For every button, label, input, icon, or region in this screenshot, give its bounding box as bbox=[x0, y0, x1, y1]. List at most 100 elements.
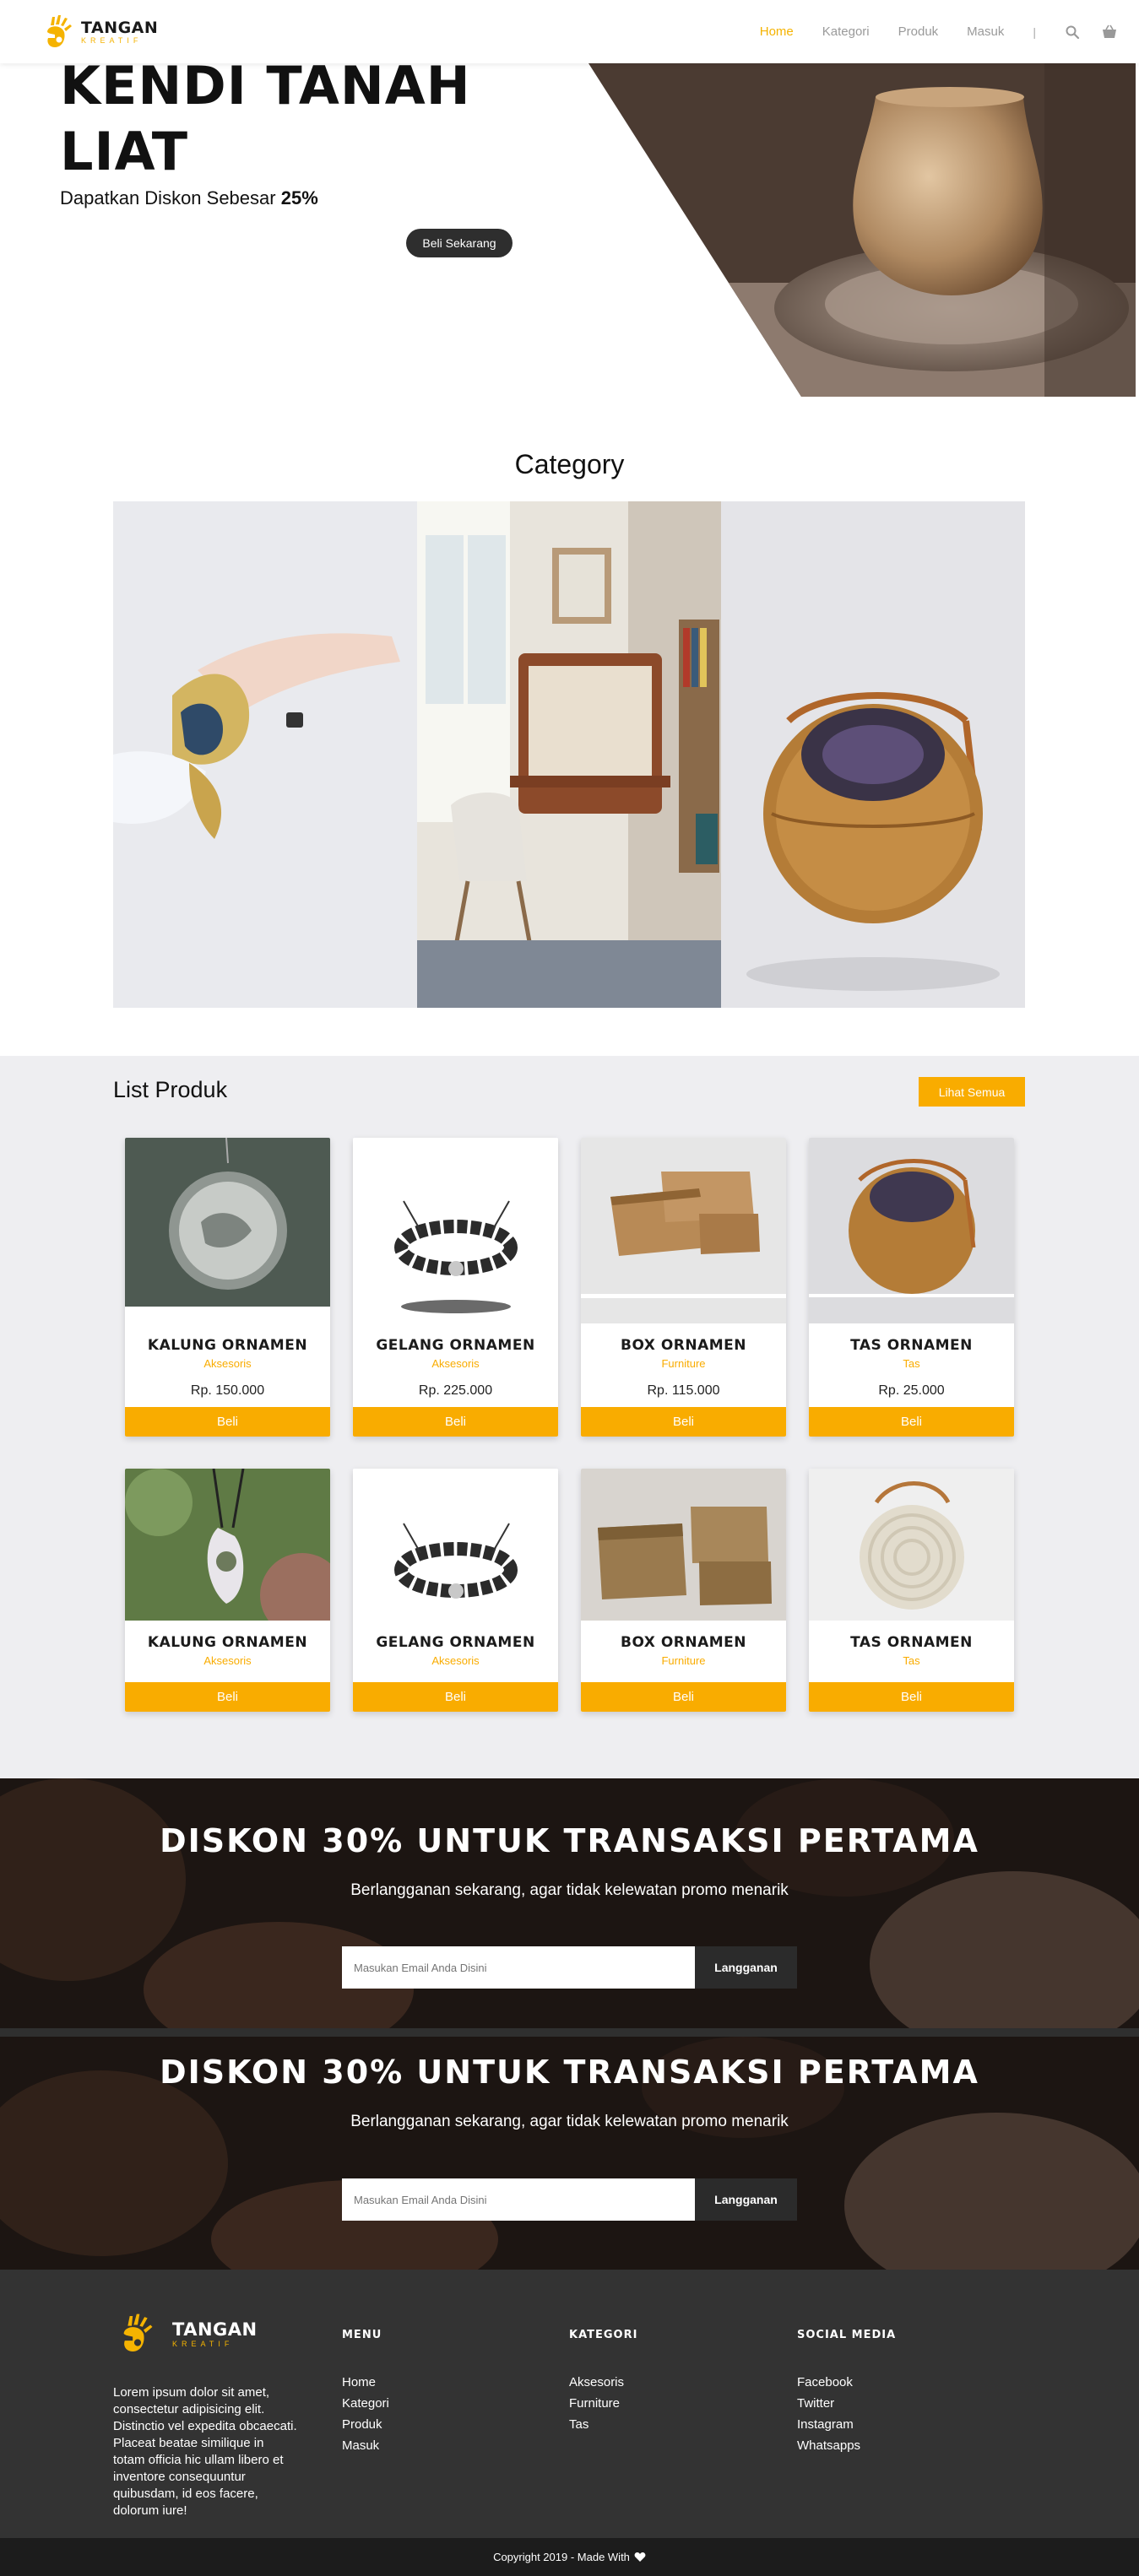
email-input[interactable] bbox=[342, 1946, 695, 1989]
buy-button[interactable]: Beli bbox=[125, 1407, 330, 1437]
category-tile-tas[interactable] bbox=[721, 501, 1025, 1008]
hero-title: KENDI TANAH LIAT bbox=[60, 63, 471, 185]
product-card[interactable]: GELANG ORNAMEN Aksesoris Rp. 225.000 Bel… bbox=[353, 1138, 558, 1437]
product-name: TAS ORNAMEN bbox=[850, 1634, 973, 1651]
footer-link-furniture[interactable]: Furniture bbox=[569, 2393, 637, 2414]
footer-social-column: SOCIAL MEDIA Facebook Twitter Instagram … bbox=[797, 2329, 896, 2456]
product-image bbox=[353, 1469, 558, 1621]
nav-separator: | bbox=[1033, 24, 1036, 39]
category-title: Category bbox=[514, 449, 625, 479]
footer-link-whatsapps[interactable]: Whatsapps bbox=[797, 2435, 896, 2456]
product-card[interactable]: GELANG ORNAMEN Aksesoris Beli bbox=[353, 1469, 558, 1712]
heart-icon bbox=[634, 2552, 646, 2562]
brand-logo[interactable]: TANGAN KREATIF bbox=[44, 14, 158, 51]
footer-link-tas[interactable]: Tas bbox=[569, 2414, 637, 2435]
copyright-bar: Copyright 2019 - Made With bbox=[0, 2538, 1139, 2576]
buy-button[interactable]: Beli bbox=[125, 1682, 330, 1712]
hero-subtitle: Dapatkan Diskon Sebesar 25% bbox=[60, 187, 318, 209]
product-category: Aksesoris bbox=[431, 1654, 480, 1667]
category-tile-aksesoris[interactable] bbox=[113, 501, 417, 1008]
nav-home[interactable]: Home bbox=[760, 24, 794, 39]
product-category: Aksesoris bbox=[203, 1357, 252, 1370]
footer-link-aksesoris[interactable]: Aksesoris bbox=[569, 2372, 637, 2393]
footer-link-home[interactable]: Home bbox=[342, 2372, 389, 2393]
product-card[interactable]: TAS ORNAMEN Tas Beli bbox=[809, 1469, 1014, 1712]
rattan-bag-image bbox=[721, 501, 1025, 1008]
footer-link-facebook[interactable]: Facebook bbox=[797, 2372, 896, 2393]
product-section: List Produk Lihat Semua KALUNG ORNAMEN A… bbox=[0, 1056, 1139, 1778]
copyright-text: Copyright 2019 - Made With bbox=[493, 2551, 630, 2563]
product-card[interactable]: BOX ORNAMEN Furniture Beli bbox=[581, 1469, 786, 1712]
buy-button[interactable]: Beli bbox=[353, 1682, 558, 1712]
bone-pendant-image bbox=[125, 1469, 330, 1621]
buy-button[interactable]: Beli bbox=[353, 1407, 558, 1437]
scarf-accessory-image bbox=[113, 501, 417, 1008]
nav-kategori[interactable]: Kategori bbox=[822, 24, 870, 39]
footer-link-produk[interactable]: Produk bbox=[342, 2414, 389, 2435]
round-woven-bag-image bbox=[809, 1469, 1014, 1621]
hero-subtitle-text: Dapatkan Diskon Sebesar bbox=[60, 187, 276, 208]
product-name: KALUNG ORNAMEN bbox=[147, 1337, 308, 1354]
hero-banner: KENDI TANAH LIAT Dapatkan Diskon Sebesar… bbox=[0, 63, 1139, 397]
product-name: GELANG ORNAMEN bbox=[376, 1337, 535, 1354]
product-name: KALUNG ORNAMEN bbox=[147, 1634, 308, 1651]
product-category: Aksesoris bbox=[431, 1357, 480, 1370]
category-grid bbox=[113, 501, 1025, 1008]
product-category: Tas bbox=[903, 1357, 920, 1370]
product-card[interactable]: TAS ORNAMEN Tas Rp. 25.000 Beli bbox=[809, 1138, 1014, 1437]
buy-button[interactable]: Beli bbox=[581, 1682, 786, 1712]
footer-description: Lorem ipsum dolor sit amet, consectetur … bbox=[113, 2385, 297, 2518]
hero-title-line1: KENDI TANAH bbox=[60, 63, 471, 116]
footer-brand-name: TANGAN bbox=[172, 2319, 258, 2340]
subscribe-button[interactable]: Langganan bbox=[695, 2178, 797, 2221]
footer-link-masuk[interactable]: Masuk bbox=[342, 2435, 389, 2456]
product-name: GELANG ORNAMEN bbox=[376, 1634, 535, 1651]
footer-link-twitter[interactable]: Twitter bbox=[797, 2393, 896, 2414]
newsletter-subtitle: Berlangganan sekarang, agar tidak kelewa… bbox=[350, 1881, 789, 1899]
category-tile-furniture[interactable] bbox=[417, 501, 721, 1008]
footer-kategori-column: KATEGORI Aksesoris Furniture Tas bbox=[569, 2329, 637, 2435]
product-category: Tas bbox=[903, 1654, 920, 1667]
clay-pots-background bbox=[0, 1778, 1139, 2037]
product-price: Rp. 150.000 bbox=[190, 1383, 265, 1398]
beaded-bracelet-image bbox=[353, 1469, 558, 1621]
footer-social-title: SOCIAL MEDIA bbox=[797, 2329, 897, 2341]
product-price: Rp. 225.000 bbox=[418, 1383, 493, 1398]
footer-brand-tagline: KREATIF bbox=[172, 2340, 234, 2348]
buy-button[interactable]: Beli bbox=[581, 1407, 786, 1437]
nav-produk[interactable]: Produk bbox=[898, 24, 939, 39]
wicker-box-image bbox=[581, 1469, 786, 1621]
pendant-necklace-image bbox=[125, 1138, 330, 1323]
product-image bbox=[125, 1469, 330, 1621]
product-name: BOX ORNAMEN bbox=[620, 1337, 746, 1354]
newsletter-title: DISKON 30% UNTUK TRANSAKSI PERTAMA bbox=[160, 1822, 979, 1859]
product-card[interactable]: KALUNG ORNAMEN Aksesoris Beli bbox=[125, 1469, 330, 1712]
nav-links: Home Kategori Produk Masuk | bbox=[760, 0, 1139, 63]
product-name: BOX ORNAMEN bbox=[620, 1634, 746, 1651]
footer: TANGAN KREATIF Lorem ipsum dolor sit ame… bbox=[0, 2270, 1139, 2538]
nav-masuk[interactable]: Masuk bbox=[967, 24, 1004, 39]
buy-button[interactable]: Beli bbox=[809, 1407, 1014, 1437]
footer-logo[interactable]: TANGAN KREATIF bbox=[120, 2312, 258, 2356]
footer-link-kategori[interactable]: Kategori bbox=[342, 2393, 389, 2414]
buy-now-button[interactable]: Beli Sekarang bbox=[406, 229, 513, 257]
pottery-wheel-image bbox=[588, 63, 1136, 397]
hero-discount-value: 25% bbox=[280, 187, 318, 208]
newsletter-subtitle: Berlangganan sekarang, agar tidak kelewa… bbox=[350, 2113, 789, 2130]
hand-logo-icon bbox=[123, 2314, 153, 2351]
search-icon[interactable] bbox=[1065, 24, 1080, 40]
see-all-button[interactable]: Lihat Semua bbox=[919, 1077, 1025, 1107]
buy-button[interactable]: Beli bbox=[809, 1682, 1014, 1712]
hand-logo-icon bbox=[47, 15, 72, 47]
product-card[interactable]: BOX ORNAMEN Furniture Rp. 115.000 Beli bbox=[581, 1138, 786, 1437]
brand-name: TANGAN bbox=[81, 19, 159, 37]
product-image bbox=[581, 1469, 786, 1621]
email-input[interactable] bbox=[342, 2178, 695, 2221]
product-price: Rp. 115.000 bbox=[647, 1383, 720, 1398]
product-card[interactable]: KALUNG ORNAMEN Aksesoris Rp. 150.000 Bel… bbox=[125, 1138, 330, 1437]
product-name: TAS ORNAMEN bbox=[850, 1337, 973, 1354]
product-image bbox=[809, 1138, 1014, 1323]
footer-link-instagram[interactable]: Instagram bbox=[797, 2414, 896, 2435]
basket-icon[interactable] bbox=[1102, 24, 1117, 40]
subscribe-button[interactable]: Langganan bbox=[695, 1946, 797, 1989]
